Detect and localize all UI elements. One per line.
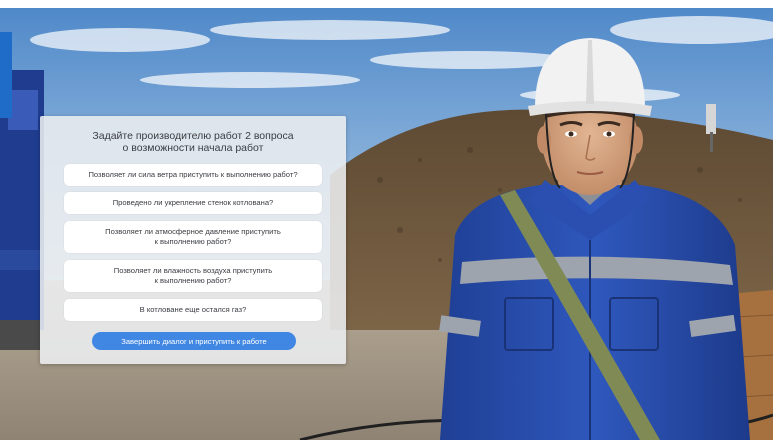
question-dialog: Задайте производителю работ 2 вопроса о … <box>40 116 346 364</box>
option-humidity[interactable]: Позволяет ли влажность воздуха приступит… <box>64 260 322 292</box>
dialog-title: Задайте производителю работ 2 вопроса о … <box>92 130 294 154</box>
option-pressure[interactable]: Позволяет ли атмосферное давление присту… <box>64 221 322 253</box>
ui-corner-slab <box>0 32 12 118</box>
top-frame-strip <box>0 0 773 8</box>
game-viewport: Задайте производителю работ 2 вопроса о … <box>0 0 773 440</box>
option-trench-walls[interactable]: Проведено ли укрепление стенок котлована… <box>64 192 322 214</box>
option-wind[interactable]: Позволяет ли сила ветра приступить к вып… <box>64 164 322 186</box>
finish-dialog-button[interactable]: Завершить диалог и приступить к работе <box>92 332 296 350</box>
option-gas[interactable]: В котловане еще остался газ? <box>64 299 322 321</box>
signpost <box>706 104 716 134</box>
